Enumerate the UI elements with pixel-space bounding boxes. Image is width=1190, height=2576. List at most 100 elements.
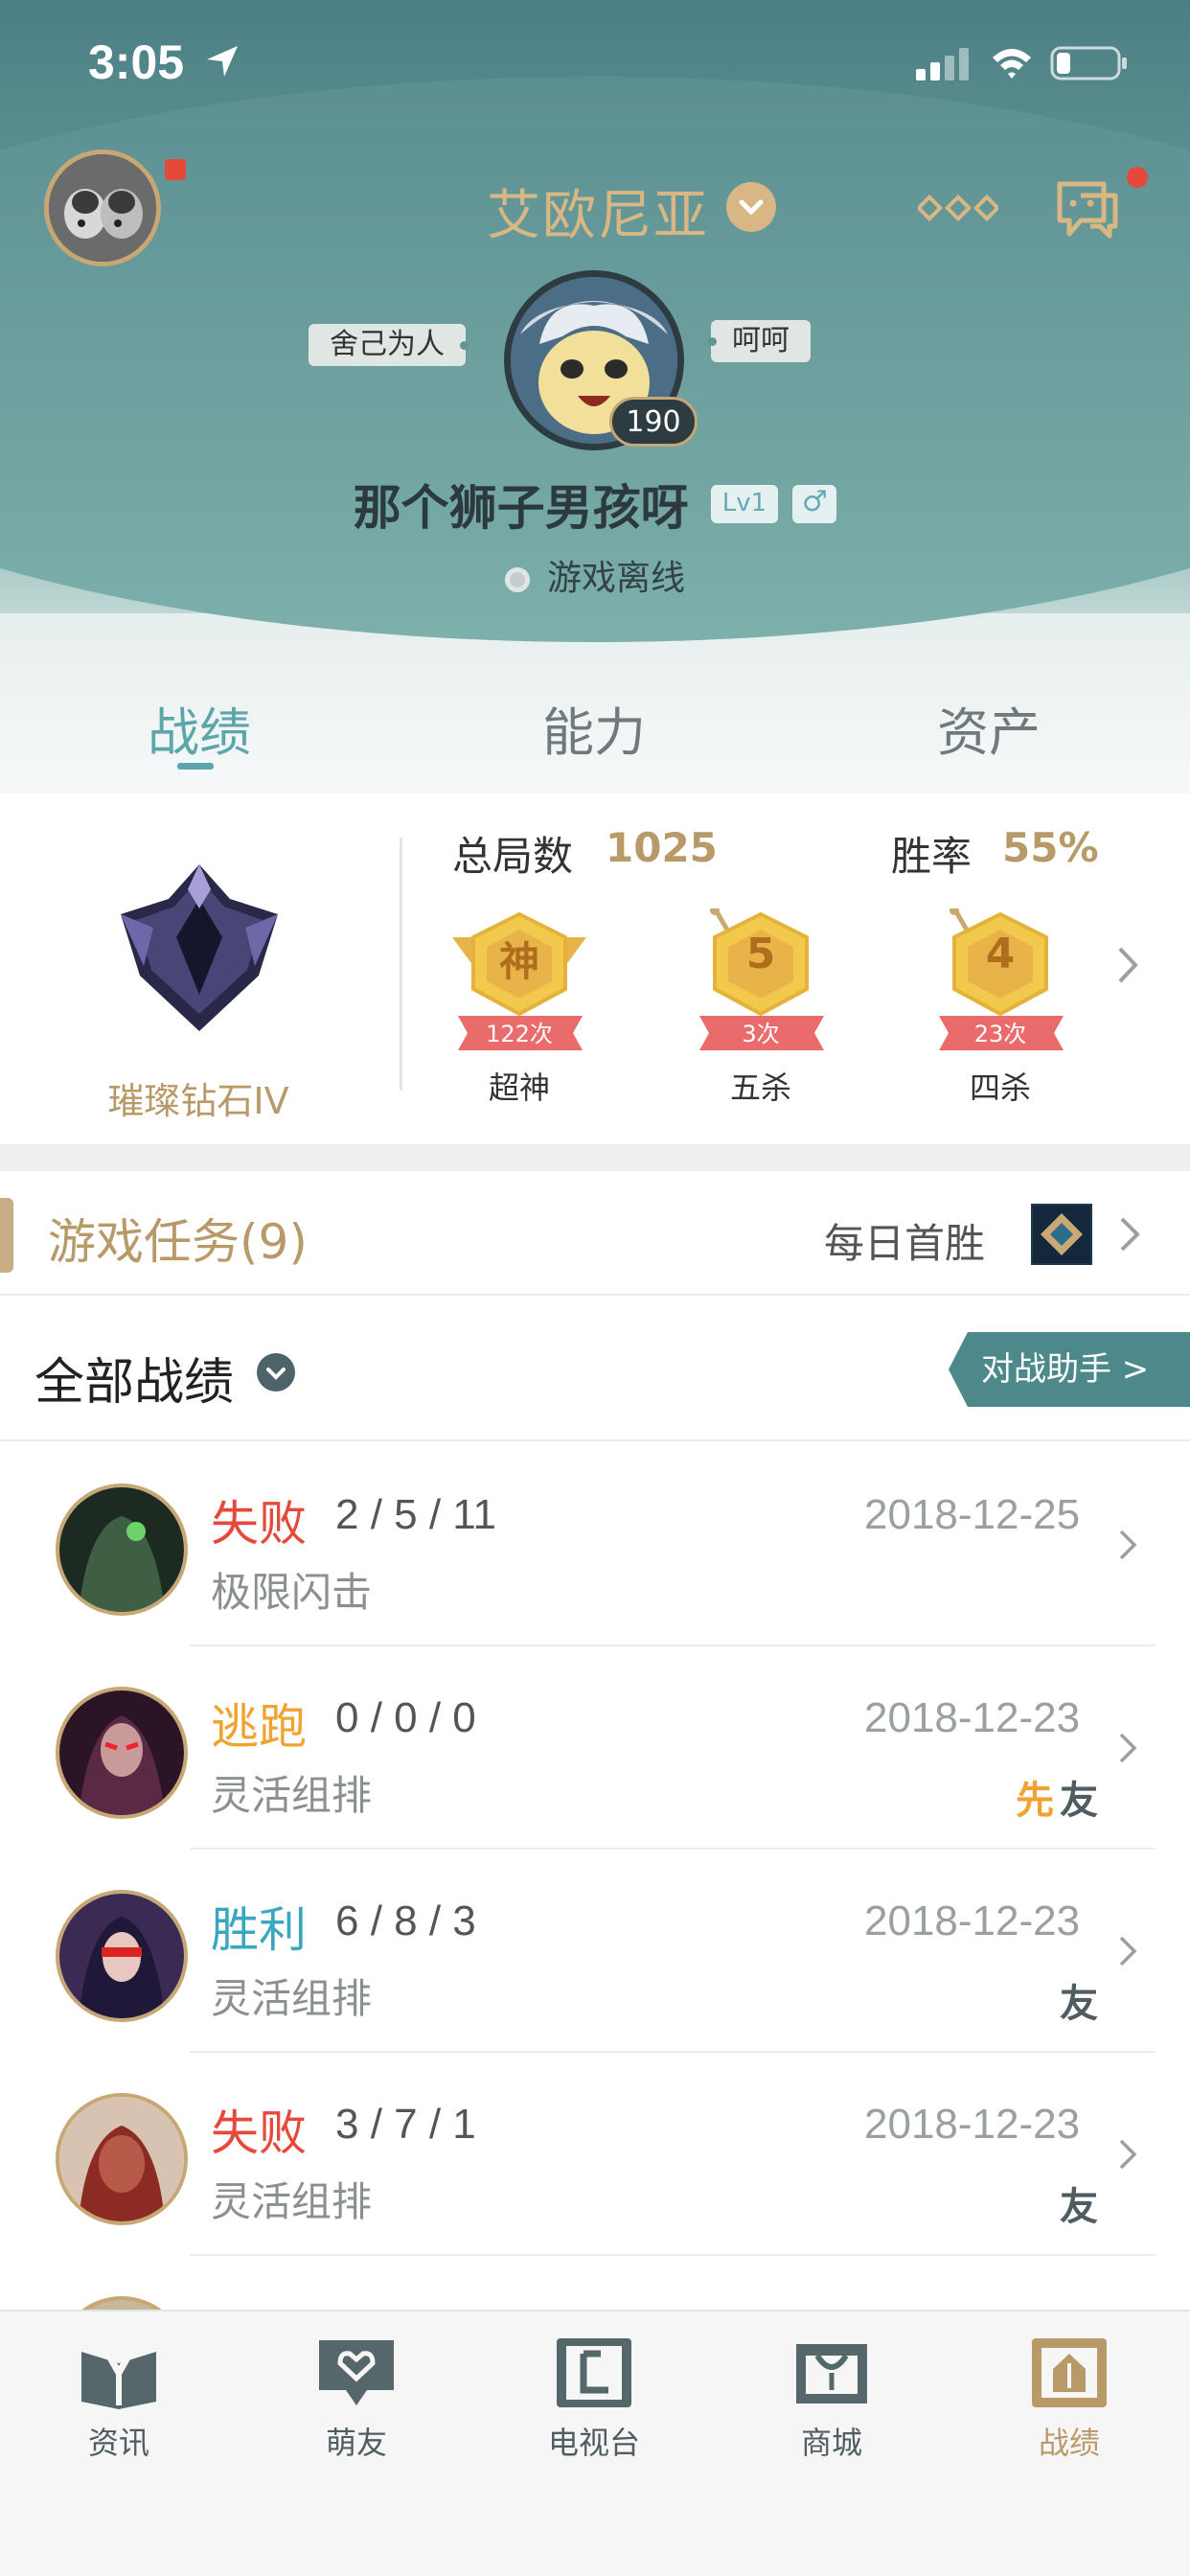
- tab-ability[interactable]: 能力: [479, 690, 709, 766]
- more-options-icon[interactable]: [918, 192, 998, 224]
- nav-store[interactable]: 商城: [736, 2334, 927, 2463]
- record-filter-row: 全部战绩 对战助手 >: [0, 1298, 1190, 1441]
- match-row[interactable]: 胜利 6 / 8 / 3 灵活组排 2018-12-23 友: [0, 1850, 1190, 2053]
- match-badges: 友: [1060, 1972, 1098, 2028]
- friends-icon: [319, 2340, 394, 2405]
- daily-win-icon: [1031, 1204, 1092, 1265]
- stats-card[interactable]: 璀璨钻石IV 总局数 1025 胜率 55% 神 122次 超神 5 3次 五杀…: [0, 794, 1190, 1144]
- cellular-signal-icon: [916, 48, 969, 80]
- match-row-partial[interactable]: [0, 2256, 1190, 2310]
- notification-dot: [165, 159, 186, 180]
- battery-icon: [1050, 46, 1127, 80]
- match-result: 胜利: [211, 1902, 307, 1958]
- match-kda: 0 / 0 / 0: [335, 1694, 476, 1741]
- medal-glyph: 4: [985, 930, 1016, 978]
- account-avatar[interactable]: [44, 150, 161, 266]
- medal-glyph: 神: [498, 938, 539, 985]
- nav-record[interactable]: 战绩: [973, 2334, 1165, 2463]
- active-tab-indicator: [177, 763, 214, 770]
- section-gap: [0, 1144, 1190, 1171]
- champion-avatar: [56, 1890, 188, 2022]
- store-icon: [796, 2344, 867, 2404]
- premade-leader-badge: 先: [1016, 1779, 1054, 1823]
- gender-male-icon: ♂: [792, 485, 837, 523]
- match-row[interactable]: 失败 2 / 5 / 11 极限闪击 2018-12-25: [0, 1443, 1190, 1646]
- nav-friends[interactable]: 萌友: [261, 2334, 452, 2463]
- player-level-badge: Lv1: [710, 485, 779, 523]
- match-date: 2018-12-23: [864, 2101, 1081, 2148]
- nickname-row: 那个狮子男孩呀 Lv1 ♂: [0, 470, 1190, 539]
- nav-news[interactable]: 资讯: [23, 2334, 215, 2463]
- match-row[interactable]: 逃跑 0 / 0 / 0 灵活组排 2018-12-23 先友: [0, 1646, 1190, 1850]
- quest-accent-bar: [0, 1198, 13, 1273]
- tab-record[interactable]: 战绩: [84, 690, 314, 766]
- profile-tabs: 战绩 能力 资产: [0, 690, 1190, 786]
- daily-first-win-label: 每日首胜: [824, 1220, 986, 1267]
- match-date: 2018-12-23: [864, 1898, 1081, 1944]
- total-games-label: 总局数: [452, 833, 574, 880]
- match-date: 2018-12-25: [864, 1491, 1081, 1538]
- match-result: 逃跑: [211, 1699, 307, 1755]
- player-nickname: 那个狮子男孩呀: [353, 480, 689, 536]
- wolf-avatar-icon: [49, 154, 156, 262]
- chevron-right-icon: [1119, 1936, 1137, 1966]
- match-badges: 友: [1060, 2175, 1098, 2231]
- personality-tag-right[interactable]: 呵呵: [708, 320, 811, 362]
- win-rate-label: 胜率: [891, 833, 973, 880]
- chevron-right-icon: [1119, 1733, 1137, 1763]
- all-records-filter[interactable]: 全部战绩: [34, 1342, 234, 1414]
- online-status: 游戏离线: [0, 550, 1190, 600]
- battle-assistant-button[interactable]: 对战助手 >: [949, 1332, 1190, 1407]
- status-bar: 3:05: [0, 0, 1190, 125]
- match-kda: 3 / 7 / 1: [335, 2101, 476, 2148]
- champion-avatar: [56, 2296, 188, 2310]
- avatar-level-badge: 190: [609, 397, 698, 447]
- diamond-rank-emblem-icon: [121, 864, 278, 1031]
- friend-badge: 友: [1060, 2185, 1098, 2229]
- match-mode: 灵活组排: [211, 1772, 373, 1819]
- server-name[interactable]: 艾欧尼亚: [487, 172, 709, 250]
- tv-icon: [557, 2338, 631, 2407]
- rank-name: 璀璨钻石IV: [107, 1080, 289, 1122]
- stats-divider: [400, 838, 402, 1091]
- win-rate-value: 55%: [1002, 824, 1099, 871]
- match-mode: 灵活组排: [211, 1975, 373, 2022]
- game-quests-row[interactable]: 游戏任务(9) 每日首胜: [0, 1171, 1190, 1296]
- medal-label: 四杀: [969, 1070, 1031, 1106]
- profile-header: 3:05 艾欧尼亚 舍己为人 呵呵 190 那个狮子男孩呀 Lv1 ♂ 游戏离线…: [0, 0, 1190, 795]
- tab-assets[interactable]: 资产: [874, 690, 1104, 766]
- nav-tv[interactable]: 电视台: [498, 2334, 690, 2463]
- match-mode: 灵活组排: [211, 2178, 373, 2225]
- chevron-right-icon: [1120, 1217, 1140, 1252]
- filter-dropdown-chevron-icon[interactable]: [257, 1353, 295, 1392]
- match-kda: 2 / 5 / 11: [335, 1491, 496, 1538]
- offline-dot-icon: [504, 567, 530, 592]
- status-time: 3:05: [88, 35, 185, 89]
- match-row[interactable]: 失败 3 / 7 / 1 灵活组排 2018-12-23 友: [0, 2053, 1190, 2256]
- wifi-icon: [993, 49, 1031, 79]
- news-icon: [81, 2342, 156, 2409]
- medal-label: 五杀: [729, 1070, 791, 1106]
- friend-badge: 友: [1060, 1779, 1098, 1823]
- match-date: 2018-12-23: [864, 1694, 1081, 1741]
- record-icon: [1032, 2338, 1107, 2407]
- chevron-right-icon: [1119, 2139, 1137, 2170]
- match-badges: 先友: [1016, 1769, 1098, 1825]
- quest-title: 游戏任务(9): [48, 1214, 308, 1270]
- champion-avatar: [56, 1484, 188, 1616]
- champion-avatar: [56, 2093, 188, 2225]
- personality-tag-left[interactable]: 舍己为人: [309, 324, 469, 366]
- location-arrow-icon: [207, 46, 238, 77]
- medal-count: 3次: [742, 1021, 780, 1047]
- bottom-navigation: 资讯 萌友 电视台 商城 战绩: [0, 2310, 1190, 2576]
- server-dropdown-chevron-icon[interactable]: [726, 182, 776, 232]
- total-games-value: 1025: [606, 824, 718, 871]
- message-icon[interactable]: [1052, 176, 1123, 243]
- medal-label: 超神: [488, 1070, 550, 1106]
- match-result: 失败: [211, 2105, 307, 2161]
- chevron-right-icon[interactable]: [1115, 945, 1140, 985]
- chevron-right-icon: [1119, 1530, 1137, 1560]
- medal-glyph: 5: [745, 930, 776, 978]
- medal-count: 122次: [486, 1021, 553, 1047]
- message-notification-dot: [1127, 167, 1148, 188]
